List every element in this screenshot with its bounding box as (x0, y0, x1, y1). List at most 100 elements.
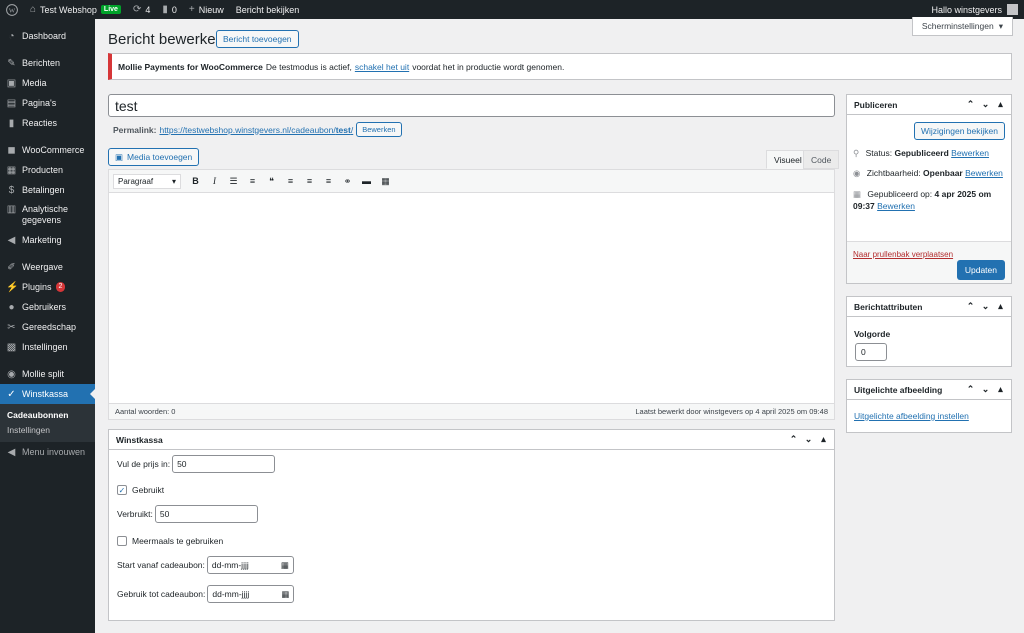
sidebar-item-winstkassa[interactable]: ✓ Winstkassa (0, 384, 95, 404)
chevron-down-icon[interactable]: ⌄ (804, 434, 813, 445)
editor-body[interactable] (109, 193, 834, 403)
edit-status-link[interactable]: Bewerken (951, 148, 989, 158)
chevron-down-icon[interactable]: ⌄ (981, 301, 990, 312)
toolbar-toggle-icon[interactable]: ▦ (376, 173, 395, 190)
admin-sidebar: ◔ Dashboard ✎ Berichten ▣ Media ▤ Pagina… (0, 19, 95, 633)
edit-permalink-button[interactable]: Bewerken (356, 122, 402, 137)
chevron-down-icon[interactable]: ⌄ (981, 384, 990, 395)
chevron-up-icon[interactable]: ⌃ (966, 301, 975, 312)
sidebar-item-gereedschap[interactable]: ✂ Gereedschap (0, 317, 95, 337)
refresh-icon: ⟳ (132, 4, 142, 15)
sidebar-item-dashboard[interactable]: ◔ Dashboard (0, 26, 95, 46)
sidebar-item-producten[interactable]: ▦ Producten (0, 160, 95, 180)
wrench-icon: ✂ (7, 321, 16, 333)
used-row: ✓ Gebruikt (117, 485, 164, 495)
sidebar-item-plugins[interactable]: ⚡ Plugins 2 (0, 277, 95, 297)
edit-visibility-link[interactable]: Bewerken (965, 168, 1003, 178)
add-media-button[interactable]: ▣ Media toevoegen (108, 148, 200, 166)
view-post-link[interactable]: Bericht bekijken (230, 0, 306, 19)
sidebar-item-berichten[interactable]: ✎ Berichten (0, 53, 95, 73)
sidebar-item-weergave[interactable]: ✐ Weergave (0, 257, 95, 277)
align-right-icon[interactable]: ≡ (319, 173, 338, 190)
move-to-trash-link[interactable]: Naar prullenbak verplaatsen (853, 250, 953, 259)
comments-link[interactable]: ▮ 0 (156, 0, 183, 19)
collapse-menu-button[interactable]: ◀ Menu invouwen (0, 442, 95, 462)
new-content-link[interactable]: + Nieuw (183, 0, 230, 19)
sidebar-item-woocommerce[interactable]: ◼ WooCommerce (0, 140, 95, 160)
screen-options-button[interactable]: Scherminstellingen ▾ (911, 17, 1013, 36)
collapse-triangle-icon[interactable]: ▴ (996, 99, 1005, 110)
start-date-input[interactable]: dd-mm-jjjj ▦ (206, 556, 294, 574)
format-select-value: Paragraaf (118, 176, 154, 186)
submenu-item-cadeaubonnen[interactable]: Cadeaubonnen (0, 408, 95, 423)
winstkassa-metabox: Winstkassa ⌃ ⌄ ▴ Vul de prijs in: 50 ✓ G… (108, 429, 835, 621)
chevron-down-icon[interactable]: ⌄ (981, 99, 990, 110)
align-left-icon[interactable]: ≡ (281, 173, 300, 190)
mollie-icon: ◉ (7, 368, 16, 380)
sidebar-item-betalingen[interactable]: $ Betalingen (0, 180, 95, 200)
site-name-link[interactable]: ⌂ Test Webshop Live (24, 0, 127, 19)
start-date-label: Start vanaf cadeaubon: (117, 560, 205, 570)
disable-testmode-link[interactable]: schakel het uit (355, 62, 409, 72)
chevron-up-icon[interactable]: ⌃ (966, 384, 975, 395)
sidebar-item-marketing[interactable]: ◀ Marketing (0, 230, 95, 250)
consumed-input[interactable]: 50 (154, 505, 258, 523)
sidebar-item-label: Winstkassa (22, 389, 69, 399)
last-edited: Laatst bewerkt door winstgevers op 4 apr… (635, 407, 828, 416)
submenu-item-instellingen[interactable]: Instellingen (0, 423, 95, 438)
sidebar-item-paginas[interactable]: ▤ Pagina's (0, 93, 95, 113)
align-center-icon[interactable]: ≡ (300, 173, 319, 190)
woo-icon: ◼ (7, 144, 16, 156)
calendar-icon[interactable]: ▦ (281, 589, 289, 600)
mollie-notice: Mollie Payments for WooCommerce De testm… (108, 53, 1012, 80)
post-title-input[interactable]: test (108, 94, 835, 117)
collapse-triangle-icon[interactable]: ▴ (996, 301, 1005, 312)
sidebar-item-analytics[interactable]: ▥ Analytische gegevens (0, 200, 95, 230)
wordpress-logo-icon[interactable]: W (0, 0, 24, 19)
calendar-icon[interactable]: ▦ (281, 560, 289, 571)
edit-date-link[interactable]: Bewerken (877, 201, 915, 211)
sidebar-item-label: Marketing (22, 235, 62, 245)
blockquote-icon[interactable]: ❝ (262, 173, 281, 190)
permalink-link[interactable]: https://testwebshop.winstgevers.nl/cadea… (159, 125, 353, 135)
box-handles: ⌃ ⌄ ▴ (966, 301, 1011, 312)
sidebar-item-label: Producten (22, 165, 64, 175)
end-date-input[interactable]: dd-mm-jjjj ▦ (207, 585, 295, 603)
link-icon[interactable]: ⚭ (338, 173, 357, 190)
tab-code[interactable]: Code (803, 150, 840, 169)
numbered-list-icon[interactable]: ≡ (243, 173, 262, 190)
updates-link[interactable]: ⟳ 4 (127, 0, 156, 19)
featured-title: Uitgelichte afbeelding (854, 384, 943, 395)
order-input[interactable]: 0 (855, 343, 887, 361)
collapse-triangle-icon[interactable]: ▴ (819, 434, 828, 445)
chevron-up-icon[interactable]: ⌃ (966, 99, 975, 110)
bullet-list-icon[interactable]: ☰ (224, 173, 243, 190)
italic-icon[interactable]: I (205, 173, 224, 190)
sidebar-item-reacties[interactable]: ▮ Reacties (0, 113, 95, 133)
sidebar-item-label: Dashboard (22, 31, 67, 41)
bold-icon[interactable]: B (186, 173, 205, 190)
format-select[interactable]: Paragraaf ▾ (113, 173, 181, 189)
price-input[interactable]: 50 (172, 455, 276, 473)
add-new-post-button[interactable]: Bericht toevoegen (216, 30, 299, 48)
sidebar-item-label: WooCommerce (22, 145, 85, 155)
read-more-icon[interactable]: ▬ (357, 173, 376, 190)
update-button[interactable]: Updaten (956, 260, 1005, 280)
sidebar-item-instellingen[interactable]: ▩ Instellingen (0, 337, 95, 357)
used-checkbox[interactable]: ✓ (117, 485, 127, 495)
set-featured-image-link[interactable]: Uitgelichte afbeelding instellen (854, 411, 969, 421)
chevron-up-icon[interactable]: ⌃ (789, 434, 798, 445)
page-title: Bericht bewerken (108, 31, 224, 48)
live-badge: Live (100, 5, 121, 14)
visibility-value: Openbaar (923, 168, 963, 178)
dashboard-icon: ◔ (8, 30, 15, 42)
sidebar-item-mollie-split[interactable]: ◉ Mollie split (0, 364, 95, 384)
sidebar-item-gebruikers[interactable]: ● Gebruikers (0, 297, 95, 317)
preview-changes-button[interactable]: Wijzigingen bekijken (913, 122, 1005, 140)
collapse-triangle-icon[interactable]: ▴ (996, 384, 1005, 395)
multi-use-checkbox[interactable] (117, 536, 127, 546)
end-date-placeholder: dd-mm-jjjj (212, 589, 250, 599)
comment-icon: ▮ (8, 117, 15, 129)
sidebar-item-media[interactable]: ▣ Media (0, 73, 95, 93)
chevron-down-icon: ▾ (171, 176, 176, 186)
